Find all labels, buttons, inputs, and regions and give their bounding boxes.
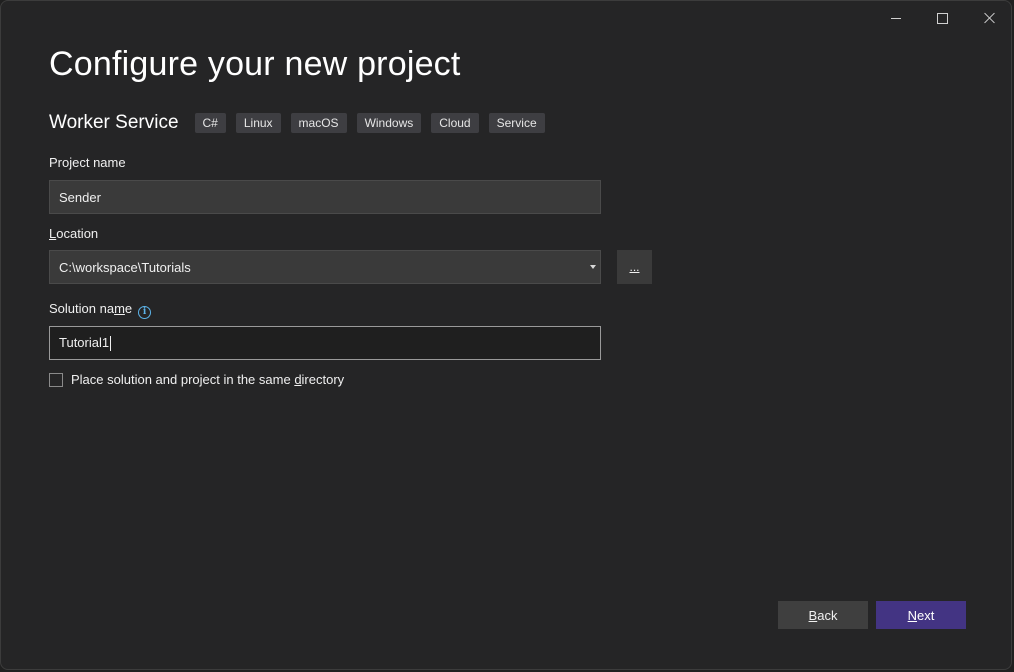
tag-language: C# (194, 113, 226, 133)
same-directory-checkbox[interactable] (49, 372, 63, 387)
page-title: Configure your new project (49, 45, 461, 83)
text-caret (110, 336, 112, 352)
tag-service: Service (488, 113, 545, 133)
minimize-icon (891, 17, 901, 19)
tag-cloud: Cloud (431, 113, 479, 133)
maximize-icon (936, 12, 948, 24)
maximize-button[interactable] (919, 1, 965, 35)
close-icon (984, 12, 996, 24)
location-value[interactable]: C:\workspace\Tutorials (59, 260, 591, 275)
back-button[interactable]: Back (778, 601, 868, 629)
project-name-input[interactable] (59, 189, 591, 205)
next-button[interactable]: Next (876, 601, 966, 629)
template-name: Worker Service (49, 112, 179, 133)
minimize-button[interactable] (873, 1, 919, 35)
location-combobox[interactable]: C:\workspace\Tutorials (49, 250, 601, 284)
project-name-label: Project name (49, 155, 126, 170)
solution-name-label: Solution name i (49, 301, 152, 319)
tag-platform-linux: Linux (235, 113, 281, 133)
browse-button[interactable]: ... (617, 250, 652, 284)
close-button[interactable] (967, 1, 1013, 35)
tag-platform-windows: Windows (356, 113, 422, 133)
location-label: Location (49, 226, 99, 241)
solution-name-field[interactable]: Tutorial1 (49, 326, 601, 360)
dialog-window: Configure your new project Worker Servic… (0, 0, 1012, 670)
info-icon[interactable]: i (138, 305, 152, 319)
template-info: Worker Service C# Linux macOS Windows Cl… (49, 112, 555, 134)
same-directory-label: Place solution and project in the same d… (71, 372, 345, 387)
solution-name-input[interactable]: Tutorial1 (59, 335, 591, 352)
project-name-field[interactable] (49, 180, 601, 214)
same-directory-option[interactable]: Place solution and project in the same d… (49, 372, 344, 387)
tag-platform-macos: macOS (290, 113, 347, 133)
chevron-down-icon[interactable] (590, 265, 596, 269)
